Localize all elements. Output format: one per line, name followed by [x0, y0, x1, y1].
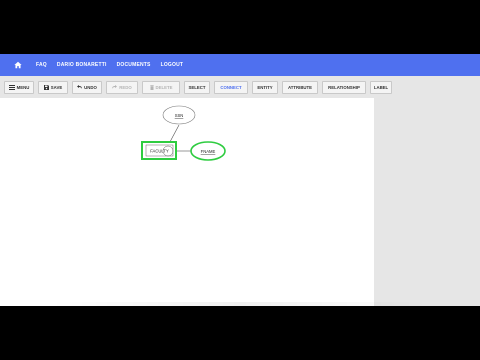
nav-link-logout[interactable]: LOGOUT — [161, 62, 184, 68]
attribute-label: ATTRIBUTE — [287, 84, 313, 90]
save-icon — [43, 84, 49, 90]
er-diagram: SSN FACULTY FNAME — [141, 105, 226, 161]
entity-button[interactable]: ENTITY — [252, 80, 278, 94]
menu-icon — [8, 84, 15, 90]
trash-icon — [149, 84, 154, 90]
entity-faculty-label: FACULTY — [150, 149, 169, 154]
app-frame: FAQ DARIO BONARETTI DOCUMENTS LOGOUT MEN… — [0, 54, 480, 306]
connect-button[interactable]: CONNECT — [214, 80, 248, 94]
home-icon[interactable] — [8, 55, 28, 75]
attribute-fname-label: FNAME — [201, 149, 216, 154]
undo-label: UNDO — [84, 84, 97, 90]
side-panel — [374, 98, 480, 306]
select-button[interactable]: SELECT — [184, 80, 210, 94]
undo-icon — [77, 85, 83, 89]
relationship-label: RELATIONSHIP — [328, 84, 360, 90]
delete-label: DELETE — [155, 84, 173, 90]
scroll-shadow — [50, 302, 430, 306]
nav-link-documents[interactable]: DOCUMENTS — [117, 62, 151, 68]
delete-button[interactable]: DELETE — [142, 80, 180, 94]
save-label: SAVE — [50, 84, 63, 90]
select-label: SELECT — [188, 84, 206, 90]
connect-label: CONNECT — [220, 84, 242, 90]
label-button[interactable]: LABEL — [370, 80, 392, 94]
save-button[interactable]: SAVE — [38, 80, 68, 94]
nav-link-faq[interactable]: FAQ — [36, 62, 47, 68]
redo-label: REDO — [119, 84, 132, 90]
entity-label: ENTITY — [257, 84, 273, 90]
attribute-ssn-label: SSN — [175, 113, 184, 118]
menu-button[interactable]: MENU — [4, 80, 34, 94]
top-navbar: FAQ DARIO BONARETTI DOCUMENTS LOGOUT — [0, 54, 480, 76]
redo-icon — [112, 85, 118, 89]
nav-link-user[interactable]: DARIO BONARETTI — [57, 62, 107, 68]
attribute-button[interactable]: ATTRIBUTE — [282, 80, 318, 94]
diagram-canvas[interactable]: SSN FACULTY FNAME — [0, 98, 374, 306]
toolbar: MENU SAVE UNDO REDO DELETE SELECT CONNEC… — [0, 76, 480, 98]
label-tool-label: LABEL — [373, 84, 389, 90]
relationship-button[interactable]: RELATIONSHIP — [322, 80, 366, 94]
undo-button[interactable]: UNDO — [72, 80, 102, 94]
redo-button[interactable]: REDO — [106, 80, 138, 94]
menu-label: MENU — [16, 84, 30, 90]
